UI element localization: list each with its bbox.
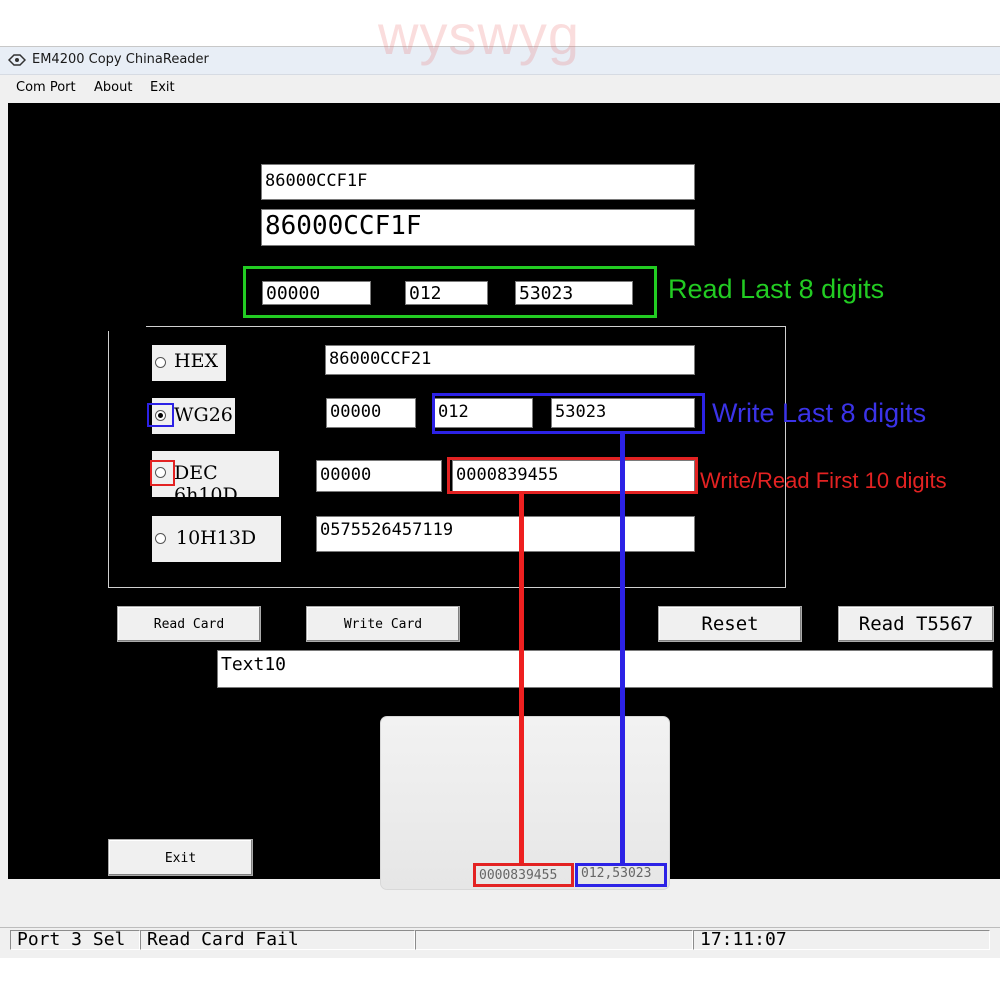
write-wg26-c-field[interactable]: 53023 [551,398,695,428]
read-card-button[interactable]: Read Card [117,606,261,642]
write-dec-a-field[interactable]: 00000 [316,460,442,492]
read-hex-large-field[interactable]: 86000CCF1F [261,209,695,246]
dec-label: DEC 6h10D [174,462,238,506]
option-hex[interactable]: HEX [152,345,226,381]
write-last-annotation: Write Last 8 digits [712,398,927,428]
write-dec-b-field[interactable]: 0000839455 [452,460,695,492]
dec-radio[interactable] [155,467,166,478]
status-message: Read Card Fail [140,930,415,950]
read-wg26-c-field[interactable]: 53023 [515,281,633,305]
menu-bar: Com Port About Exit [0,77,1000,99]
option-dec-6h10d[interactable]: DEC 6h10D [152,451,279,506]
hex-label: HEX [174,350,218,372]
option-10h13d[interactable]: 10H13D [152,516,281,562]
read-hex-field[interactable]: 86000CCF1F [261,164,695,200]
menu-com-port[interactable]: Com Port [16,80,76,95]
wg26-label: WG26 [174,404,233,426]
menu-exit[interactable]: Exit [150,80,175,95]
reset-button[interactable]: Reset [658,606,802,642]
status-port: Port 3 Sel [10,930,140,950]
menu-about[interactable]: About [94,80,132,95]
h13d-label: 10H13D [176,527,257,549]
frame-gap [108,323,146,331]
read-t5567-button[interactable]: Read T5567 [838,606,994,642]
status-empty [415,930,693,950]
exit-button[interactable]: Exit [108,839,253,876]
read-wg26-a-field[interactable]: 00000 [262,281,371,305]
card-label-right: 012,53023 [581,866,652,881]
h13d-radio[interactable] [155,533,166,544]
wg26-radio[interactable] [155,410,166,421]
write-wg26-b-field[interactable]: 012 [434,398,533,428]
write-hex-field[interactable]: 86000CCF21 [325,345,695,375]
read-last-annotation: Read Last 8 digits [668,274,885,304]
app-icon [8,54,26,66]
rfid-card-image [380,716,670,890]
card-label-left: 0000839455 [479,868,558,883]
hex-radio[interactable] [155,357,166,368]
write-wg26-a-field[interactable]: 00000 [326,398,416,428]
status-time: 17:11:07 [693,930,990,950]
radio-selected-dot [158,413,163,418]
write-read-first-annotation: Write/Read First 10 digits [700,468,947,493]
option-wg26[interactable]: WG26 [152,398,235,434]
read-wg26-b-field[interactable]: 012 [405,281,488,305]
write-card-button[interactable]: Write Card [306,606,460,642]
title-bar: EM4200 Copy ChinaReader [0,47,1000,75]
text10-field[interactable]: Text10 [217,650,993,688]
status-bar: Port 3 Sel Read Card Fail 17:11:07 [0,927,1000,951]
window-title: EM4200 Copy ChinaReader [32,52,209,67]
write-10h13d-field[interactable]: 0575526457119 [316,516,695,552]
